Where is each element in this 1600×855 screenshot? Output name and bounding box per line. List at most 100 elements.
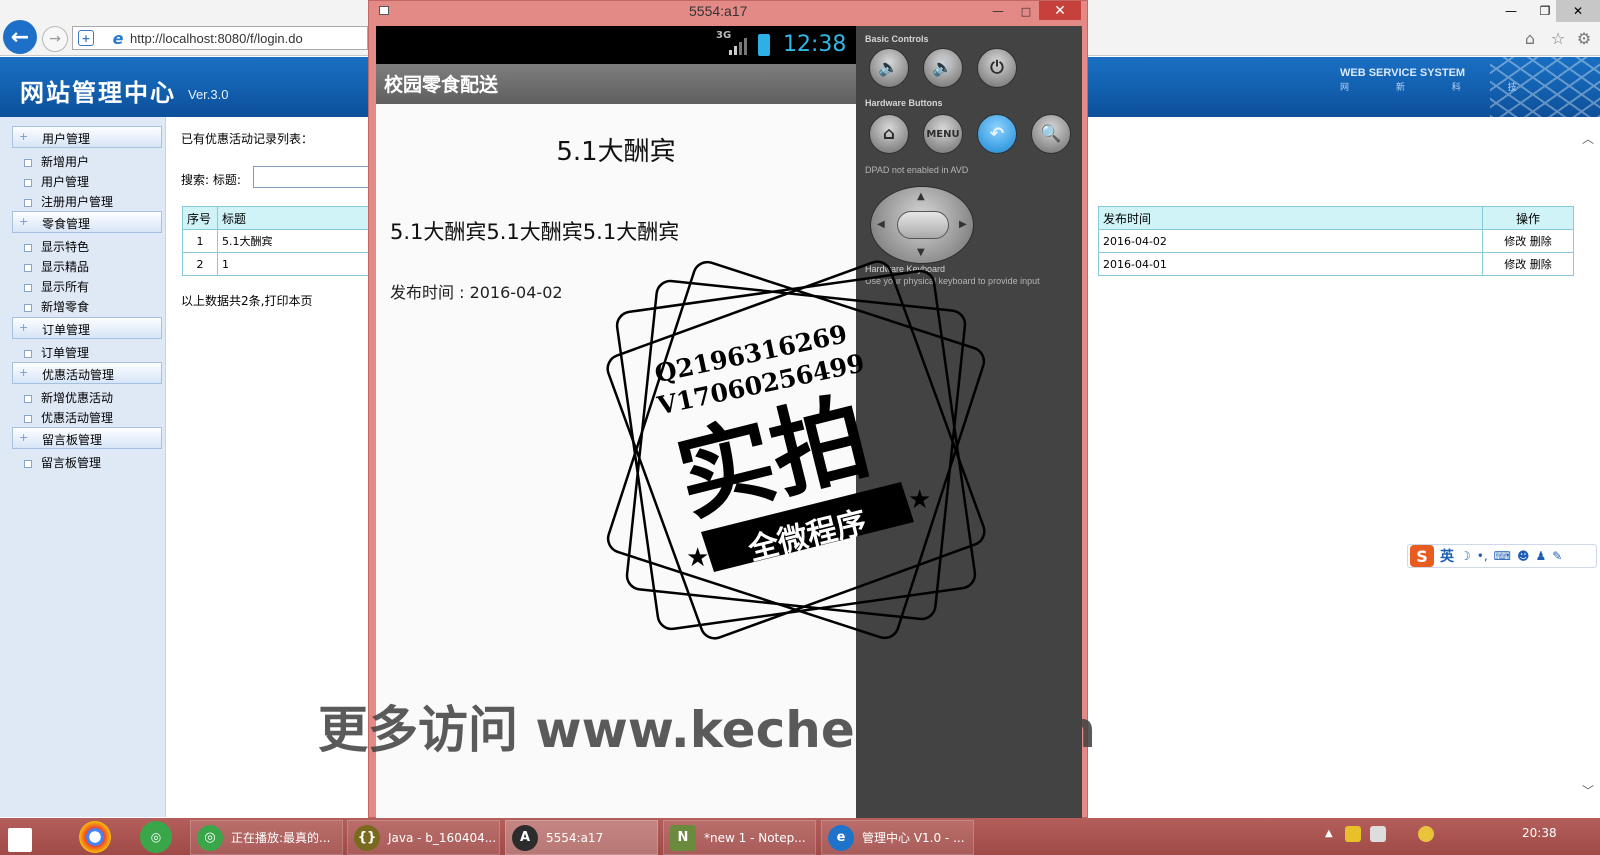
eclipse-icon: {} <box>354 824 380 851</box>
menu-item-user-manage[interactable]: 用户管理 <box>24 173 89 190</box>
cell-title: 1 <box>217 252 372 276</box>
minimize-button[interactable]: — <box>1494 0 1528 22</box>
menu-group-orders[interactable]: + 订单管理 <box>12 317 162 339</box>
dpad-center[interactable] <box>897 211 949 239</box>
window-icon <box>379 6 389 15</box>
back-arrow-button[interactable]: ↶ <box>977 114 1017 154</box>
favorites-star-icon[interactable]: ☆ <box>1548 28 1568 48</box>
player-icon[interactable]: ◎ <box>140 821 172 853</box>
menu-item-label: 新增零食 <box>41 300 90 314</box>
bullet-icon <box>24 394 32 403</box>
menu-item-all[interactable]: 显示所有 <box>24 278 89 295</box>
menu-group-snacks[interactable]: + 零食管理 <box>12 211 162 233</box>
taskbar-button-label: 管理中心 V1.0 - ... <box>862 831 965 845</box>
cell-id: 2 <box>182 252 218 276</box>
watermark-url: 更多访问 www.kecheng8.com <box>318 701 1097 759</box>
cell-date: 2016-04-01 <box>1098 252 1483 276</box>
menu-group-users[interactable]: + 用户管理 <box>12 126 162 148</box>
home-button[interactable]: ⌂ <box>869 114 909 154</box>
table-row: 2016-04-01 修改 删除 <box>1098 252 1574 276</box>
delete-link[interactable]: 删除 <box>1530 258 1552 271</box>
menu-group-label: 零食管理 <box>42 217 91 231</box>
menu-item-add-snack[interactable]: 新增零食 <box>24 298 89 315</box>
delete-link[interactable]: 删除 <box>1530 235 1552 248</box>
search-title-input[interactable] <box>253 166 373 188</box>
table-row: 1 5.1大酬宾 <box>182 229 372 253</box>
tray-qq-icon[interactable] <box>1418 826 1434 842</box>
sidebar: + 用户管理 新增用户 用户管理 注册用户管理 + 零食管理 显示特色 显示精品 显… <box>0 117 166 817</box>
compatibility-icon[interactable]: + <box>78 30 94 46</box>
edit-link[interactable]: 修改 <box>1504 258 1526 271</box>
dpad-control[interactable]: ▲ ▼ ◀ ▶ <box>870 186 974 264</box>
taskbar-button-notepad[interactable]: N *new 1 - Notep... <box>663 820 816 855</box>
power-button[interactable]: ⏻ <box>977 48 1017 88</box>
gear-icon[interactable]: ⚙ <box>1574 28 1594 48</box>
dpad-right-icon[interactable]: ▶ <box>959 219 967 230</box>
back-button[interactable]: ← <box>3 20 37 54</box>
moon-icon[interactable]: ☽ <box>1460 549 1471 563</box>
promotion-table-right: 发布时间 操作 2016-04-02 修改 删除 2016-04-01 修改 删除 <box>1098 206 1574 276</box>
url-text[interactable]: http://localhost:8080/f/login.do <box>130 31 303 46</box>
shirt-icon[interactable]: ♟ <box>1536 549 1547 563</box>
volume-up-button[interactable]: 🔊 <box>923 48 963 88</box>
address-bar[interactable]: + e http://localhost:8080/f/login.do <box>72 26 368 50</box>
scroll-up-arrow[interactable]: ︿ <box>1582 130 1594 147</box>
menu-item-label: 显示特色 <box>41 240 90 254</box>
taskbar-button-eclipse[interactable]: {} Java - b_160404... <box>347 820 500 855</box>
menu-group-promotions[interactable]: + 优惠活动管理 <box>12 362 162 384</box>
forward-button[interactable]: → <box>42 26 68 52</box>
home-icon[interactable]: ⌂ <box>1520 28 1540 48</box>
menu-item-message-manage[interactable]: 留言板管理 <box>24 454 101 471</box>
emulator-close-button[interactable]: ✕ <box>1039 1 1081 20</box>
menu-item-add-user[interactable]: 新增用户 <box>24 153 89 170</box>
edit-link[interactable]: 修改 <box>1504 235 1526 248</box>
ie-icon: e <box>828 824 854 851</box>
ime-toolbar[interactable]: S 英 ☽ •, ⌨ ☻ ♟ ✎ <box>1407 544 1597 568</box>
taskbar-button-ie[interactable]: e 管理中心 V1.0 - ... <box>821 820 974 855</box>
menu-item-label: 注册用户管理 <box>41 195 114 209</box>
tray-app-icon[interactable] <box>1345 826 1361 842</box>
taskbar-button-emulator[interactable]: A 5554:a17 <box>505 820 658 855</box>
punctuation-icon[interactable]: •, <box>1477 549 1488 563</box>
article-body: 5.1大酬宾5.1大酬宾5.1大酬宾 <box>390 220 680 244</box>
wrench-icon[interactable]: ✎ <box>1552 549 1562 563</box>
list-title: 已有优惠活动记录列表： <box>181 132 314 146</box>
chrome-icon[interactable] <box>79 821 111 853</box>
bullet-icon <box>24 243 32 252</box>
dpad-down-icon[interactable]: ▼ <box>917 247 925 258</box>
bullet-icon <box>24 198 32 207</box>
dpad-up-icon[interactable]: ▲ <box>917 191 925 202</box>
bullet-icon <box>24 283 32 292</box>
search-button[interactable]: 🔍 <box>1031 114 1071 154</box>
menu-item-add-promotion[interactable]: 新增优惠活动 <box>24 389 113 406</box>
menu-item-order-manage[interactable]: 订单管理 <box>24 344 89 361</box>
avd-icon: A <box>512 824 538 851</box>
taskbar-button-label: 5554:a17 <box>546 830 604 845</box>
tray-network-icon[interactable] <box>1370 826 1386 842</box>
dpad-left-icon[interactable]: ◀ <box>877 219 885 230</box>
keyboard-heading: Hardware Keyboard <box>865 264 946 274</box>
article-title: 5.1大酬宾 <box>556 137 676 167</box>
close-button[interactable]: ✕ <box>1556 0 1600 22</box>
menu-item-premium[interactable]: 显示精品 <box>24 258 89 275</box>
basic-controls-heading: Basic Controls <box>865 34 929 44</box>
start-windows-icon[interactable] <box>8 828 32 852</box>
signal-icon <box>729 38 747 55</box>
scroll-down-arrow[interactable]: ﹀ <box>1582 782 1594 799</box>
menu-item-featured[interactable]: 显示特色 <box>24 238 89 255</box>
keyboard-icon[interactable]: ⌨ <box>1494 549 1511 563</box>
volume-down-button[interactable]: 🔈 <box>869 48 909 88</box>
summary-text[interactable]: 以上数据共2条,打印本页 <box>181 292 312 309</box>
col-header-actions: 操作 <box>1482 206 1574 230</box>
emulator-maximize-button[interactable]: □ <box>1013 2 1039 20</box>
menu-item-promotion-manage[interactable]: 优惠活动管理 <box>24 409 113 426</box>
ime-language-toggle[interactable]: 英 <box>1440 546 1454 566</box>
emulator-minimize-button[interactable]: — <box>985 2 1011 20</box>
menu-group-messages[interactable]: + 留言板管理 <box>12 427 162 449</box>
menu-button[interactable]: MENU <box>923 114 963 154</box>
menu-group-label: 用户管理 <box>42 132 91 146</box>
tray-expand-icon[interactable]: ▲ <box>1325 828 1333 839</box>
user-icon[interactable]: ☻ <box>1517 549 1530 563</box>
menu-item-registered-users[interactable]: 注册用户管理 <box>24 193 113 210</box>
taskbar-button-player[interactable]: ◎ 正在播放:最真的... <box>190 820 343 855</box>
